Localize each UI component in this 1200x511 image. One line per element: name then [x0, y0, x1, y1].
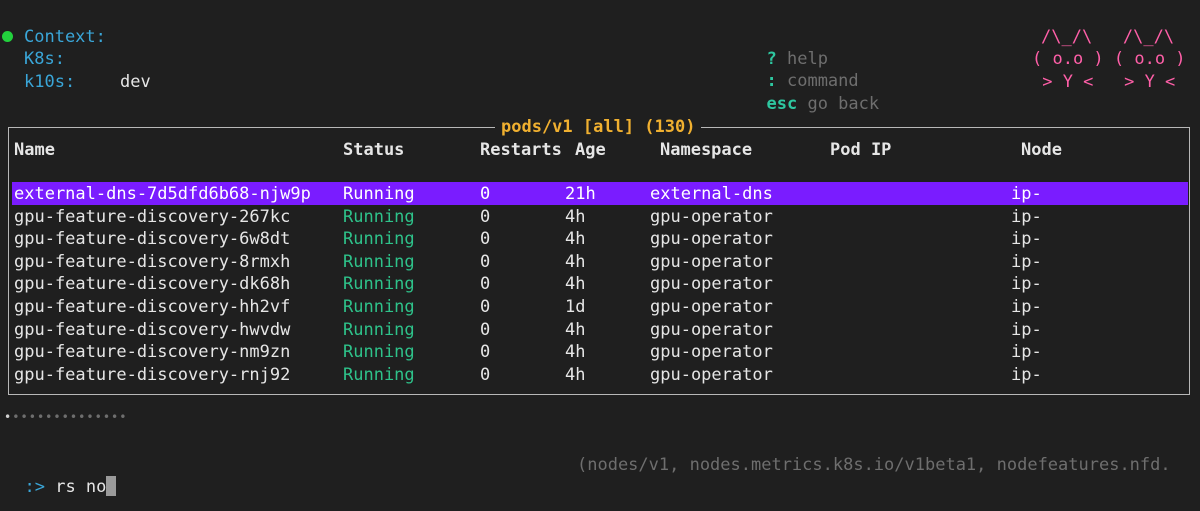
help-key: esc	[766, 94, 798, 114]
status-dot-icon	[2, 31, 13, 42]
logo-line-3: > Y < > Y <	[1032, 72, 1176, 92]
cell-restarts: 0	[480, 297, 491, 317]
cell-restarts: 0	[480, 319, 491, 340]
help-desc: go back	[807, 94, 880, 114]
prompt-symbol: :>	[24, 477, 45, 497]
page-dot-icon: •	[94, 410, 103, 424]
col-header-pod-ip[interactable]: Pod IP	[830, 139, 891, 161]
cell-namespace: gpu-operator	[650, 274, 773, 295]
cell-restarts: 0	[480, 364, 491, 385]
col-header-node[interactable]: Node	[1021, 139, 1062, 161]
col-header-status[interactable]: Status	[343, 139, 404, 161]
page-dot-icon: •	[86, 410, 95, 424]
cell-age: 21h	[565, 184, 596, 204]
cell-age: 4h	[565, 251, 586, 272]
help-item-back[interactable]: esc go back	[746, 71, 879, 115]
cell-node: ip-	[1011, 229, 1042, 250]
cell-namespace: gpu-operator	[650, 364, 773, 385]
page-dot-icon: •	[102, 410, 112, 424]
cell-restarts: 0	[480, 274, 491, 295]
cell-status: Running	[343, 274, 415, 295]
cell-status: Running	[343, 297, 415, 317]
col-header-namespace[interactable]: Namespace	[660, 139, 752, 161]
logo-line-1: /\_/\ /\_/\	[1041, 27, 1175, 47]
cell-name: gpu-feature-discovery-hh2vf	[14, 297, 291, 317]
cell-age: 4h	[565, 342, 586, 363]
page-dot-icon: •	[119, 410, 128, 424]
cell-name: gpu-feature-discovery-8rmxh	[14, 251, 291, 272]
page-dot-icon: •	[28, 410, 37, 424]
cell-status: Running	[343, 364, 415, 385]
cell-restarts: 0	[480, 342, 491, 363]
cell-name: gpu-feature-discovery-hwvdw	[14, 319, 291, 340]
page-dot-icon: •	[61, 410, 70, 424]
col-header-restarts[interactable]: Restarts	[480, 139, 562, 161]
page-dot-icon: •	[36, 410, 46, 424]
cell-name: gpu-feature-discovery-6w8dt	[14, 229, 291, 250]
cell-age: 4h	[565, 319, 586, 340]
cell-status: Running	[343, 229, 415, 250]
cell-node: ip-	[1011, 342, 1042, 363]
cell-namespace: gpu-operator	[650, 319, 773, 340]
cell-name: external-dns-7d5dfd6b68-njw9p	[14, 184, 311, 204]
cell-restarts: 0	[480, 184, 491, 204]
cell-age: 4h	[565, 364, 586, 385]
cell-name: gpu-feature-discovery-rnj92	[14, 364, 291, 385]
cell-node: ip-	[1011, 297, 1042, 317]
cell-status: Running	[343, 206, 415, 227]
cell-namespace: gpu-operator	[650, 206, 773, 227]
cell-restarts: 0	[480, 229, 491, 250]
col-header-name[interactable]: Name	[14, 139, 55, 161]
cell-node: ip-	[1011, 274, 1042, 295]
cell-restarts: 0	[480, 251, 491, 272]
page-dot-icon: •	[4, 410, 13, 424]
cell-age: 1d	[565, 297, 586, 317]
cell-name: gpu-feature-discovery-nm9zn	[14, 342, 291, 363]
cell-name: gpu-feature-discovery-dk68h	[14, 274, 291, 295]
command-line[interactable]: :> rs no	[4, 454, 117, 498]
cell-age: 4h	[565, 206, 586, 227]
cell-node: ip-	[1011, 319, 1042, 340]
cell-node: ip-	[1011, 184, 1042, 204]
cell-node: ip-	[1011, 251, 1042, 272]
k8s-label: K8s:	[24, 49, 65, 69]
command-input[interactable]: rs no	[55, 477, 106, 497]
cell-namespace: gpu-operator	[650, 342, 773, 363]
cell-status: Running	[343, 319, 415, 340]
text-cursor	[106, 476, 117, 496]
cell-age: 4h	[565, 274, 586, 295]
page-dot-icon: •	[20, 410, 29, 424]
cell-namespace: gpu-operator	[650, 229, 773, 250]
table-title: pods/v1 [all] (130)	[495, 116, 702, 138]
cell-namespace: gpu-operator	[650, 251, 773, 272]
k10s-label: k10s:	[24, 72, 76, 92]
cell-status: Running	[343, 184, 415, 204]
context-label: Context:	[24, 27, 106, 47]
cell-age: 4h	[565, 229, 586, 250]
cell-node: ip-	[1011, 364, 1042, 385]
command-suggestion: (nodes/v1, nodes.metrics.k8s.io/v1beta1,…	[577, 455, 1171, 475]
cell-namespace: gpu-operator	[650, 297, 773, 317]
cell-node: ip-	[1011, 206, 1042, 227]
col-header-age[interactable]: Age	[575, 139, 606, 161]
cell-name: gpu-feature-discovery-267kc	[14, 206, 291, 227]
page-indicator: •••••••••••••••	[4, 410, 128, 424]
cell-restarts: 0	[480, 206, 491, 227]
cell-status: Running	[343, 251, 415, 272]
cell-namespace: external-dns	[650, 184, 773, 204]
cell-status: Running	[343, 342, 415, 363]
k10s-value: dev	[120, 72, 151, 92]
logo-line-2: ( o.o ) ( o.o )	[1032, 49, 1186, 69]
page-dot-icon: •	[69, 410, 79, 424]
page-dot-icon: •	[53, 410, 62, 424]
